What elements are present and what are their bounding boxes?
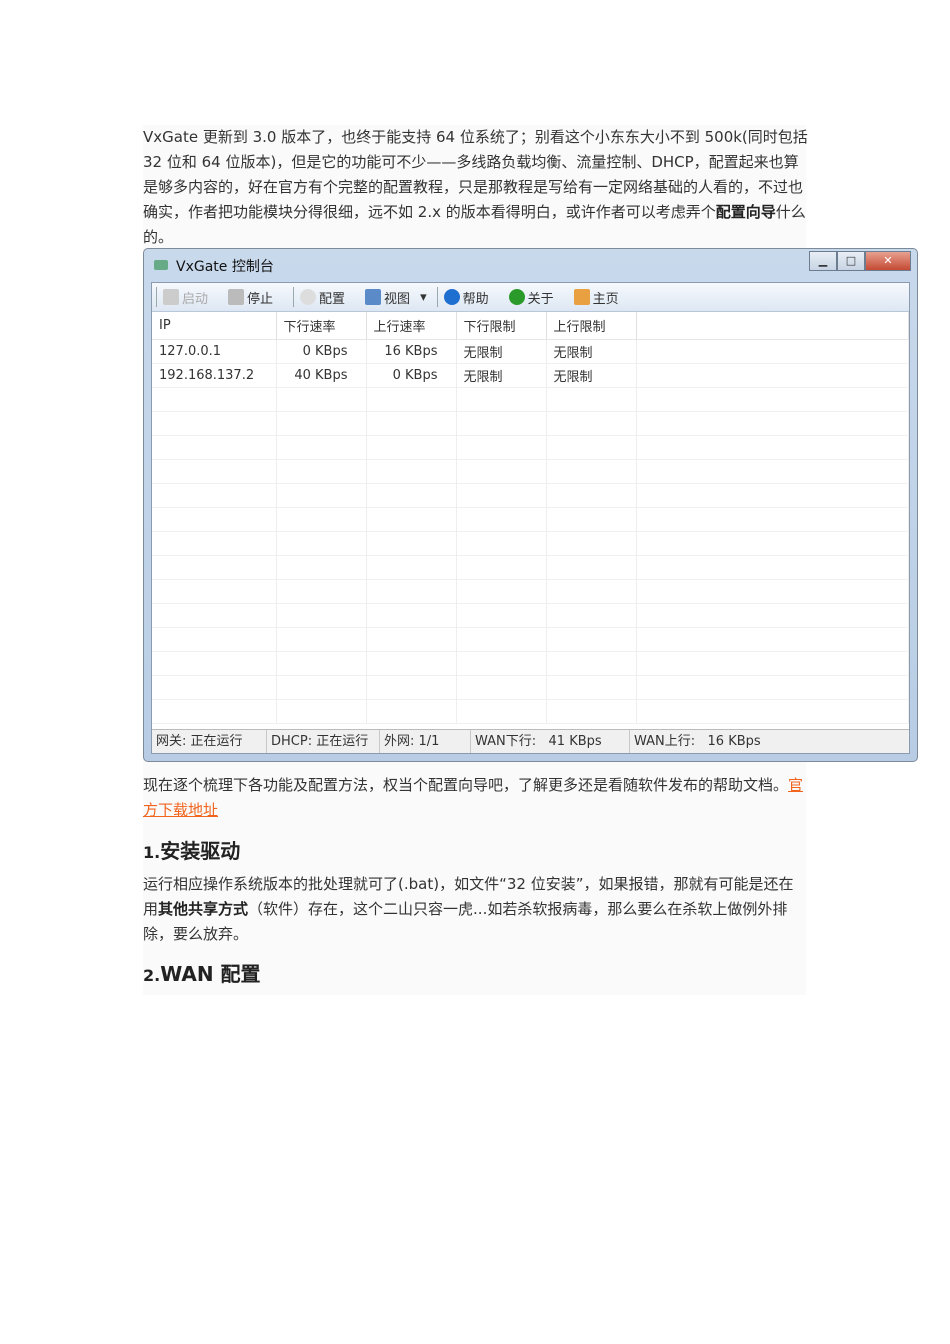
empty-row <box>152 483 909 508</box>
status-gateway: 网关: 正在运行 <box>152 730 267 753</box>
cell: 无限制 <box>456 339 547 364</box>
column-header[interactable]: 上行限制 <box>546 312 637 340</box>
empty-row <box>152 603 909 628</box>
empty-row <box>152 675 909 700</box>
info-icon <box>508 289 525 305</box>
status-dhcp: DHCP: 正在运行 <box>267 730 380 753</box>
app-icon <box>154 260 168 270</box>
vxgate-window: VxGate 控制台 ▁ □ ✕ 启动 停止 配置 视图 ▾ 帮助 关于 主页 IP … <box>143 248 918 762</box>
empty-row <box>152 507 909 532</box>
stop-icon <box>228 289 245 305</box>
home-icon <box>573 289 590 305</box>
help-icon <box>443 289 460 305</box>
empty-row <box>152 387 909 412</box>
cell: 0 KBps <box>276 339 367 364</box>
cell: 40 KBps <box>276 363 367 388</box>
column-header[interactable]: 下行速率 <box>276 312 367 340</box>
intro-paragraph: VxGate 更新到 3.0 版本了，也终于能支持 64 位系统了；别看这个小东… <box>143 128 808 246</box>
empty-row <box>152 435 909 460</box>
cell: 16 KBps <box>366 339 457 364</box>
start-button[interactable]: 启动 <box>163 288 218 307</box>
status-bar: 网关: 正在运行 DHCP: 正在运行 外网: 1/1 WAN下行: 41 KB… <box>152 729 909 753</box>
status-wan-down: WAN下行: 41 KBps <box>471 730 630 753</box>
paragraph-3: 运行相应操作系统版本的批处理就可了(.bat)，如文件“32 位安装”，如果报错… <box>143 875 794 943</box>
column-header[interactable]: 下行限制 <box>456 312 547 340</box>
cell: 无限制 <box>546 363 637 388</box>
stop-button[interactable]: 停止 <box>228 288 283 307</box>
empty-row <box>152 411 909 436</box>
empty-row <box>152 531 909 556</box>
help-button[interactable]: 帮助 <box>443 288 499 307</box>
status-wan-count: 外网: 1/1 <box>380 730 471 753</box>
column-header[interactable]: 上行速率 <box>366 312 457 340</box>
maximize-button[interactable]: □ <box>837 251 865 271</box>
column-header[interactable]: IP <box>152 312 277 340</box>
empty-row <box>152 555 909 580</box>
wrench-icon <box>300 289 317 305</box>
empty-row <box>152 579 909 604</box>
table-row[interactable]: 192.168.137.2 40 KBps 0 KBps 无限制 无限制 <box>152 363 909 388</box>
cell: 无限制 <box>546 339 637 364</box>
paragraph-2: 现在逐个梳理下各功能及配置方法，权当个配置向导吧，了解更多还是看随软件发布的帮助… <box>143 776 804 819</box>
cell: 127.0.0.1 <box>152 339 277 364</box>
empty-row <box>152 459 909 484</box>
empty-row <box>152 651 909 676</box>
heading-wan-config: 2.WAN 配置 <box>143 962 261 986</box>
heading-install-driver: 1.安装驱动 <box>143 839 241 863</box>
minimize-button[interactable]: ▁ <box>809 251 837 271</box>
view-button[interactable]: 视图 ▾ <box>365 288 427 307</box>
status-wan-up: WAN上行: 16 KBps <box>634 734 761 749</box>
connection-table: IP 下行速率 上行速率 下行限制 上行限制 127.0.0.1 0 KBps 16… <box>152 312 909 724</box>
cell: 0 KBps <box>366 363 457 388</box>
toolbar: 启动 停止 配置 视图 ▾ 帮助 关于 主页 <box>152 283 909 312</box>
start-icon <box>163 289 179 305</box>
cell: 192.168.137.2 <box>152 363 277 388</box>
empty-row <box>152 699 909 724</box>
table-row[interactable]: 127.0.0.1 0 KBps 16 KBps 无限制 无限制 <box>152 339 909 364</box>
close-button[interactable]: ✕ <box>865 251 911 271</box>
about-button[interactable]: 关于 <box>508 288 564 307</box>
empty-row <box>152 627 909 652</box>
cell: 无限制 <box>456 363 547 388</box>
config-button[interactable]: 配置 <box>300 288 355 307</box>
window-title: VxGate 控制台 <box>176 259 274 275</box>
view-icon <box>365 289 382 305</box>
home-button[interactable]: 主页 <box>573 288 629 307</box>
